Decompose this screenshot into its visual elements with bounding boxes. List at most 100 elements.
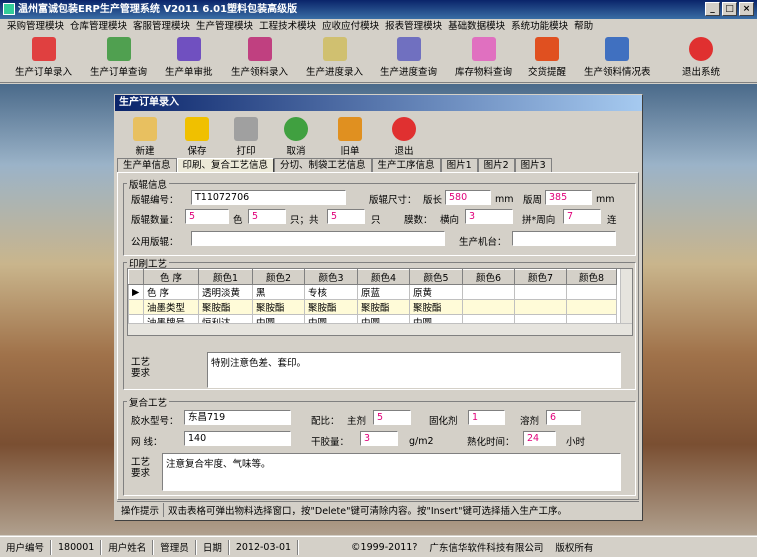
print-req-textarea[interactable]: 特别注意色差、套印。 xyxy=(207,352,621,388)
tb-material-report[interactable]: 生产领料情况表 xyxy=(584,37,651,78)
tab-print-laminate[interactable]: 印刷、复合工艺信息 xyxy=(176,158,275,172)
grid-header[interactable]: 颜色6 xyxy=(462,269,515,285)
grid-cell[interactable]: 聚胺酯 xyxy=(304,299,358,315)
grid-header[interactable]: 颜色3 xyxy=(304,269,358,285)
tab-image1[interactable]: 图片1 xyxy=(440,158,478,172)
grid-header[interactable]: 颜色2 xyxy=(252,269,305,285)
grid-cell[interactable] xyxy=(566,299,617,315)
grid-cell[interactable]: 透明淡黄 xyxy=(198,284,253,300)
laminate-req-textarea[interactable]: 注意复合牢度、气味等。 xyxy=(162,453,621,491)
laminate-req-label: 工艺要求 xyxy=(131,457,151,479)
tab-image2[interactable]: 图片2 xyxy=(477,158,515,172)
glue-field[interactable]: 东昌719 xyxy=(184,410,291,425)
mesh-field[interactable]: 140 xyxy=(184,431,291,446)
tab-image3[interactable]: 图片3 xyxy=(514,158,552,172)
tb-approve[interactable]: 生产单审批 xyxy=(165,37,213,78)
tb-progress-query[interactable]: 生产进度查询 xyxy=(380,37,437,78)
public-plate-field[interactable] xyxy=(191,231,445,246)
grid-cell[interactable]: 聚胺酯 xyxy=(198,299,253,315)
save-button[interactable]: 保存 xyxy=(185,117,209,157)
menu-production[interactable]: 生产管理模块 xyxy=(193,19,256,35)
cancel-button[interactable]: 取消 xyxy=(284,117,308,157)
pin-field[interactable]: 7 xyxy=(563,209,601,224)
film-label: 膜数： xyxy=(404,215,433,226)
tab-order-info[interactable]: 生产单信息 xyxy=(117,158,177,172)
grid-header[interactable]: 颜色1 xyxy=(198,269,253,285)
menu-finance[interactable]: 应收应付模块 xyxy=(319,19,382,35)
print-grid[interactable]: 色 序 颜色1 颜色2 颜色3 颜色4 颜色5 颜色6 颜色7 颜色8 ▶ 色 … xyxy=(127,268,633,336)
plate-qty-field[interactable]: 5 xyxy=(185,209,229,224)
grid-horizontal-scrollbar[interactable] xyxy=(128,323,632,335)
tb-exit[interactable]: 退出系统 xyxy=(682,37,720,78)
tb-stock-query[interactable]: 库存物料查询 xyxy=(455,37,512,78)
tb-order-query[interactable]: 生产订单查询 xyxy=(90,37,147,78)
plate-no-field[interactable]: T11072706 xyxy=(191,190,346,205)
tb-material-entry[interactable]: 生产领料录入 xyxy=(231,37,288,78)
plate-color-label: 色 xyxy=(233,215,243,226)
menu-warehouse[interactable]: 仓库管理模块 xyxy=(67,19,130,35)
user-no-label: 用户编号 xyxy=(6,543,45,554)
order-entry-dialog: 生产订单录入 新建 保存 打印 取消 旧单 退出 生产单信息 印刷、复合工艺信息… xyxy=(114,94,643,521)
grid-cell[interactable]: 原黄 xyxy=(409,284,463,300)
grid-header[interactable]: 颜色5 xyxy=(409,269,463,285)
menu-basedata[interactable]: 基础数据模块 xyxy=(445,19,508,35)
tab-process[interactable]: 生产工序信息 xyxy=(371,158,441,172)
menu-customer[interactable]: 客服管理模块 xyxy=(130,19,193,35)
new-button[interactable]: 新建 xyxy=(133,117,157,157)
grid-cell[interactable]: 专核 xyxy=(304,284,358,300)
maximize-button[interactable]: □ xyxy=(722,2,737,16)
menu-reports[interactable]: 报表管理模块 xyxy=(382,19,445,35)
cure-field[interactable]: 1 xyxy=(468,410,505,425)
menu-system[interactable]: 系统功能模块 xyxy=(508,19,571,35)
grid-cell[interactable]: 原蓝 xyxy=(357,284,410,300)
age-field[interactable]: 24 xyxy=(523,431,556,446)
tab-slitting[interactable]: 分切、制袋工艺信息 xyxy=(274,158,372,172)
grid-cell[interactable] xyxy=(566,284,617,300)
exit-button[interactable]: 退出 xyxy=(392,117,416,157)
grid-cell[interactable] xyxy=(514,299,567,315)
plate-len-field[interactable]: 580 xyxy=(445,190,491,205)
solvent-field[interactable]: 6 xyxy=(546,410,581,425)
cross-field[interactable]: 3 xyxy=(465,209,513,224)
grid-header[interactable]: 色 序 xyxy=(143,269,199,285)
plate-total-field[interactable]: 5 xyxy=(327,209,365,224)
menu-help[interactable]: 帮助 xyxy=(571,19,596,35)
main-toolbar: 生产订单录入 生产订单查询 生产单审批 生产领料录入 生产进度录入 生产进度查询… xyxy=(0,35,757,83)
grid-header[interactable]: 颜色7 xyxy=(514,269,567,285)
machine-field[interactable] xyxy=(512,231,616,246)
row-header xyxy=(128,299,144,315)
table-row: ▶ 色 序 透明淡黄 黑 专核 原蓝 原黄 xyxy=(128,284,617,300)
grid-cell[interactable]: 黑 xyxy=(252,284,305,300)
grid-cell[interactable]: 聚胺酯 xyxy=(409,299,463,315)
plate-total-label: 只；共 xyxy=(290,215,319,226)
age-label: 熟化时间： xyxy=(467,437,515,448)
app-title: 温州富诚包装ERP生产管理系统 V2011 6.01塑料包装高级版 xyxy=(18,4,298,15)
old-order-button[interactable]: 旧单 xyxy=(338,117,362,157)
plate-color-field[interactable]: 5 xyxy=(248,209,286,224)
date-label: 日期 xyxy=(202,543,222,554)
grid-cell[interactable]: 聚胺酯 xyxy=(252,299,305,315)
grid-cell[interactable]: 油墨类型 xyxy=(143,299,199,315)
tb-delivery-reminder[interactable]: 交货提醒 xyxy=(528,37,566,78)
grid-header[interactable]: 颜色8 xyxy=(566,269,617,285)
dry-field[interactable]: 3 xyxy=(360,431,398,446)
plate-size-label: 版辊尺寸： xyxy=(369,195,417,206)
copyright: ©1999-2011? xyxy=(351,541,418,553)
grid-cell[interactable] xyxy=(514,284,567,300)
menu-purchase[interactable]: 采购管理模块 xyxy=(4,19,67,35)
grid-cell[interactable]: 色 序 xyxy=(143,284,199,300)
tab-strip: 生产单信息 印刷、复合工艺信息 分切、制袋工艺信息 生产工序信息 图片1 图片2… xyxy=(117,158,552,172)
menu-engineering[interactable]: 工程技术模块 xyxy=(256,19,319,35)
grid-header[interactable]: 颜色4 xyxy=(357,269,410,285)
tb-progress-entry[interactable]: 生产进度录入 xyxy=(306,37,363,78)
close-button[interactable]: × xyxy=(739,2,754,16)
main-field[interactable]: 5 xyxy=(373,410,411,425)
plate-circ-field[interactable]: 385 xyxy=(545,190,592,205)
menu-bar: 采购管理模块 仓库管理模块 客服管理模块 生产管理模块 工程技术模块 应收应付模… xyxy=(0,19,757,35)
tb-order-entry[interactable]: 生产订单录入 xyxy=(15,37,72,78)
minimize-button[interactable]: _ xyxy=(705,2,720,16)
print-button[interactable]: 打印 xyxy=(234,117,258,157)
grid-cell[interactable]: 聚胺酯 xyxy=(357,299,410,315)
grid-cell[interactable] xyxy=(462,284,515,300)
grid-cell[interactable] xyxy=(462,299,515,315)
